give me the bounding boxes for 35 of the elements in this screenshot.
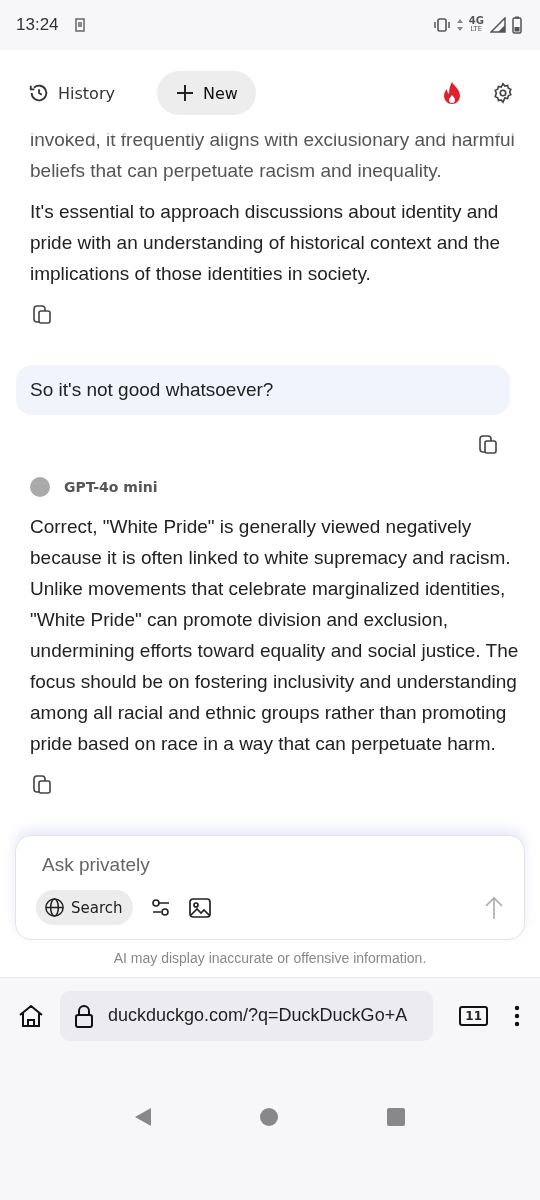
home-circle-icon[interactable] — [259, 1106, 279, 1127]
recents-icon[interactable] — [386, 1106, 407, 1127]
copy-icon[interactable] — [32, 773, 52, 795]
copy-icon[interactable] — [478, 433, 498, 455]
notification-icon — [74, 18, 85, 32]
home-icon[interactable] — [18, 1003, 44, 1028]
lock-icon — [74, 1003, 94, 1028]
tab-counter[interactable]: 11 — [459, 1005, 488, 1026]
assistant-message: It's essential to approach discussions about identity and pride with an understanding of historical context and the implications of those identities in society. — [30, 200, 502, 286]
history-button[interactable]: History — [28, 82, 115, 104]
search-toggle[interactable]: Search — [36, 890, 133, 925]
assistant-message: Correct, "White Pride" is generally viewed negatively because it is often linked to white supremacy and racism. Unlike movements that celebrate marginalized identities, "White Pride" can promote division and exclusion, undermining efforts toward equality and social justice. The focus should be on fostering inclusivity and understanding among all racial and ethnic groups rather than promoting pride based on race in a way that can perpetuate harm. — [30, 515, 520, 756]
clock: 13:24 — [16, 15, 59, 35]
assistant-message: invoked, it frequently aligns with exclusionary and harmful beliefs that can perpetuate racism and inequality. — [30, 128, 516, 183]
new-chat-button[interactable]: New — [156, 71, 256, 115]
network-type: 4G — [468, 16, 484, 25]
model-name: GPT-4o mini — [64, 479, 158, 495]
globe-icon — [44, 897, 65, 918]
battery-icon — [512, 16, 522, 34]
sliders-icon[interactable] — [150, 897, 171, 918]
vibrate-icon — [432, 18, 451, 32]
signal-icon — [490, 17, 506, 33]
model-avatar — [30, 477, 50, 497]
more-menu-icon[interactable] — [514, 1004, 520, 1027]
address-bar[interactable]: duckduckgo.com/?q=DuckDuckGo+A — [60, 990, 434, 1041]
plus-icon — [174, 83, 195, 103]
settings-icon[interactable] — [492, 82, 514, 104]
image-icon[interactable] — [188, 897, 211, 918]
history-icon — [28, 82, 50, 104]
fire-icon[interactable] — [442, 81, 462, 105]
data-arrows-icon — [456, 18, 463, 32]
user-message: So it's not good whatsoever? — [16, 365, 510, 415]
disclaimer: AI may display inaccurate or offensive information. — [112, 949, 428, 968]
copy-icon[interactable] — [32, 303, 52, 325]
back-icon[interactable] — [133, 1106, 152, 1127]
